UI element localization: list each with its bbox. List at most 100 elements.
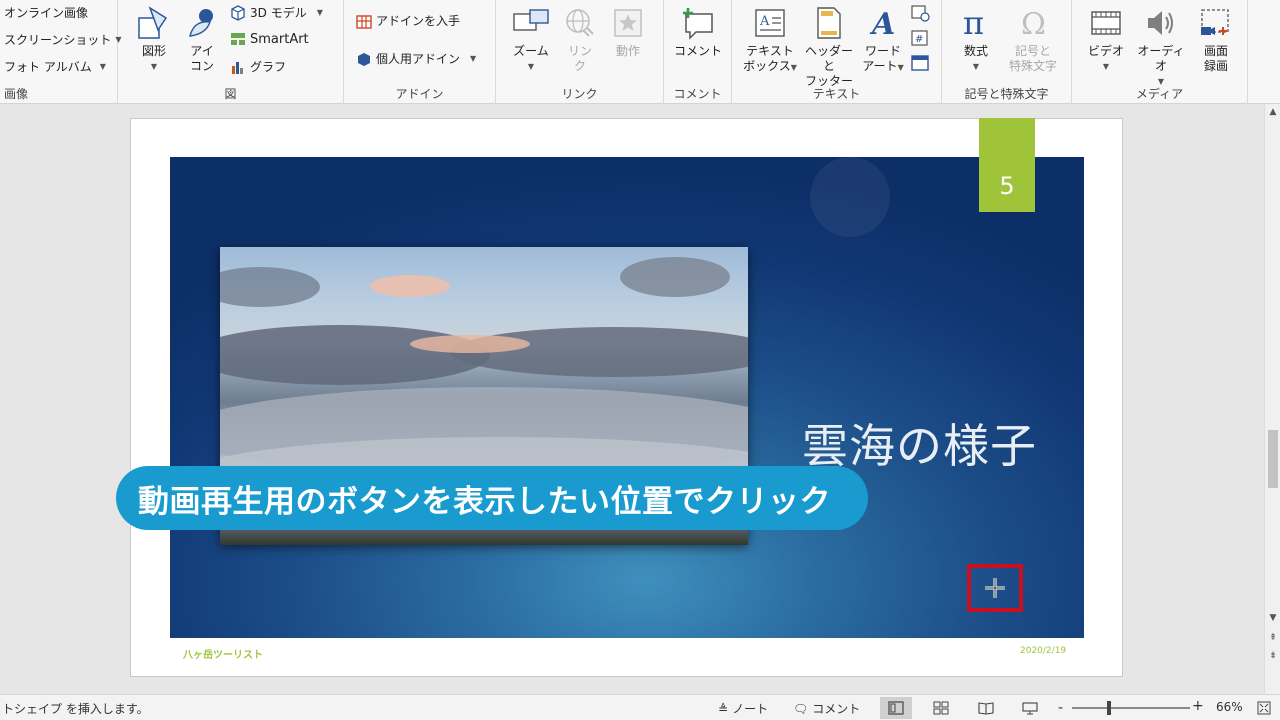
scrollbar-thumb[interactable] <box>1268 430 1278 488</box>
svg-text:A: A <box>759 14 770 29</box>
cube-icon <box>230 4 246 21</box>
store-icon <box>356 13 372 29</box>
photo-album-label: フォト アルバム <box>4 60 92 74</box>
screen-record-icon <box>1196 4 1236 42</box>
zoom-out-button[interactable]: - <box>1058 700 1063 716</box>
scroll-down-arrow-icon[interactable]: ▼ <box>1265 610 1280 626</box>
slide-number-icon: # <box>911 30 928 46</box>
link-button[interactable]: リン ク <box>560 4 600 74</box>
link-label-1: リン <box>567 44 592 58</box>
chart-label: グラフ <box>250 60 287 74</box>
slideshow-button[interactable] <box>1014 697 1046 719</box>
crosshair-icon <box>985 578 1005 598</box>
group-label-addins: アドイン <box>395 87 444 101</box>
3d-models-button[interactable]: 3D モデル ▼ <box>230 4 323 21</box>
text-small-buttons: # <box>910 4 932 72</box>
get-addins-button[interactable]: アドインを入手 <box>356 12 460 29</box>
group-label-images: 画像 <box>4 87 29 101</box>
zoom-slider-track[interactable] <box>1072 707 1190 709</box>
slide-canvas[interactable] <box>170 157 1084 638</box>
icons-button[interactable]: アイ コン <box>182 4 222 74</box>
online-images-button[interactable]: オンライン画像 <box>4 4 88 21</box>
zoom-in-button[interactable]: + <box>1192 698 1204 714</box>
star-action-icon <box>608 4 648 42</box>
group-symbols: π 数式 ▼ Ω 記号と 特殊文字 記号と特殊文字 <box>942 0 1072 104</box>
photo-album-button[interactable]: フォト アルバム ▼ <box>4 58 106 75</box>
svg-text:#: # <box>915 34 923 45</box>
object-button[interactable] <box>910 54 930 72</box>
comments-button[interactable]: 🗨 コメント <box>793 700 860 717</box>
notes-button[interactable]: ≜ ノート <box>718 700 768 717</box>
bar-chart-icon <box>230 59 246 75</box>
group-label-symbols: 記号と特殊文字 <box>964 87 1049 101</box>
slideshow-icon <box>1022 702 1038 715</box>
calendar-clock-icon <box>911 5 930 22</box>
comments-label: コメント <box>812 702 861 716</box>
reading-view-button[interactable] <box>970 697 1002 719</box>
textbox-icon: A <box>750 4 790 42</box>
date-time-button[interactable] <box>910 4 930 22</box>
slide-number-tab: 5 <box>979 118 1035 212</box>
smartart-button[interactable]: SmartArt <box>230 31 309 47</box>
scroll-up-arrow-icon[interactable]: ▲ <box>1265 104 1280 120</box>
vertical-scrollbar[interactable]: ▲ ▼ ⇞ ⇟ <box>1264 104 1280 694</box>
cloud-shape <box>370 275 450 297</box>
audio-button[interactable]: オーディオ ▼ <box>1132 4 1190 89</box>
cloud-shape <box>220 267 320 307</box>
screenshot-button[interactable]: スクリーンショット ▼ <box>4 31 122 48</box>
textbox-label-2: ボックス <box>743 59 791 73</box>
symbol-label-1: 記号と <box>1014 44 1051 58</box>
shapes-button[interactable]: 図形 ▼ <box>134 4 174 74</box>
textbox-button[interactable]: A テキスト ボックス▼ <box>742 4 798 75</box>
normal-view-button[interactable] <box>880 697 912 719</box>
cloud-shape <box>410 335 530 353</box>
film-icon <box>1086 4 1126 42</box>
slide-sorter-icon <box>933 701 949 715</box>
video-button[interactable]: ビデオ ▼ <box>1084 4 1128 74</box>
zoom-slider-thumb[interactable] <box>1107 701 1111 715</box>
next-slide-icon[interactable]: ⇟ <box>1265 648 1280 664</box>
zoom-level[interactable]: 66% <box>1216 700 1243 714</box>
fit-to-window-button[interactable] <box>1252 697 1276 719</box>
chevron-down-icon: ▼ <box>790 63 797 72</box>
slide-number-button[interactable]: # <box>910 29 930 47</box>
group-comments: コメント コメント <box>664 0 732 104</box>
svg-text:Ω: Ω <box>1021 7 1046 40</box>
zoom-button[interactable]: ズーム ▼ <box>510 4 552 74</box>
action-label: 動作 <box>615 44 640 58</box>
shapes-icon <box>134 4 174 42</box>
notes-icon: ≜ <box>718 701 729 716</box>
video-label: ビデオ <box>1087 44 1124 58</box>
group-label-illustrations: 図 <box>224 87 237 101</box>
icons-label-1: アイ <box>190 44 214 58</box>
cloud-shape <box>220 325 490 385</box>
group-illustrations: 図形 ▼ アイ コン 3D モデル ▼ SmartArt グラフ 図 <box>118 0 344 104</box>
textbox-label-1: テキスト <box>746 44 794 58</box>
link-label-2: ク <box>573 59 586 73</box>
equation-button[interactable]: π 数式 ▼ <box>954 4 998 74</box>
header-footer-button[interactable]: ヘッダーと フッター <box>800 4 858 89</box>
group-label-comments: コメント <box>673 87 722 101</box>
comment-add-icon <box>678 4 718 42</box>
action-button[interactable]: 動作 <box>608 4 648 59</box>
wordart-label-2: アート <box>862 59 898 73</box>
normal-view-icon <box>888 701 904 715</box>
group-label-links: リンク <box>561 87 598 101</box>
previous-slide-icon[interactable]: ⇞ <box>1265 630 1280 646</box>
screenshot-label: スクリーンショット <box>4 33 112 47</box>
cloud-shape <box>620 257 730 297</box>
chart-button[interactable]: グラフ <box>230 58 286 75</box>
slide-editing-area[interactable] <box>0 104 1264 694</box>
screen-recording-button[interactable]: 画面 録画 <box>1194 4 1238 74</box>
chevron-down-icon: ▼ <box>316 8 323 17</box>
chevron-down-icon: ▼ <box>470 54 477 63</box>
symbol-button[interactable]: Ω 記号と 特殊文字 <box>1002 4 1064 74</box>
smartart-icon <box>230 31 246 47</box>
comment-label: コメント <box>673 44 722 58</box>
comment-button[interactable]: コメント <box>672 4 724 59</box>
slide-sorter-button[interactable] <box>925 697 957 719</box>
my-addins-button[interactable]: 個人用アドイン ▼ <box>356 50 476 67</box>
chevron-down-icon: ▼ <box>897 63 904 72</box>
wordart-button[interactable]: A ワード アート▼ <box>860 4 906 75</box>
screen-recording-label-1: 画面 <box>1203 44 1228 58</box>
